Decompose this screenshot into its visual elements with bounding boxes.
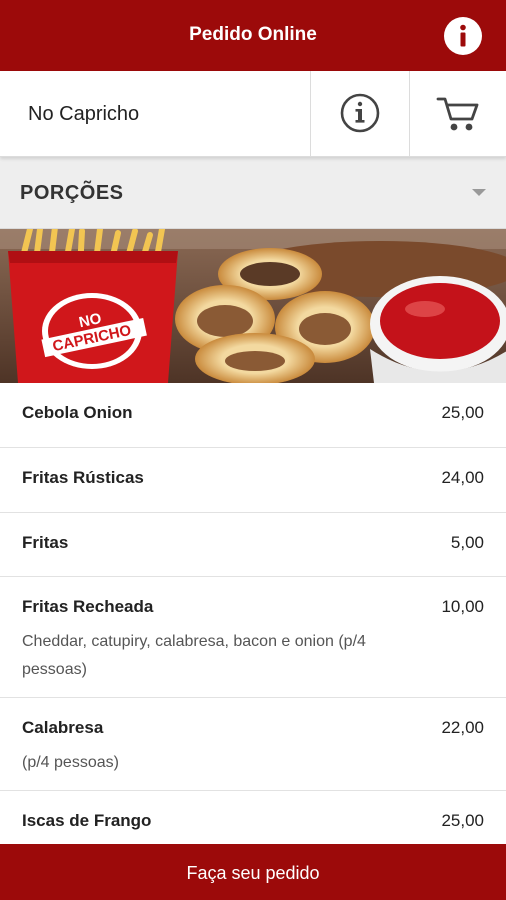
store-bar: No Capricho <box>0 71 506 157</box>
item-name: Cebola Onion <box>22 403 133 422</box>
place-order-label: Faça seu pedido <box>186 863 320 883</box>
item-description: Cheddar, catupiry, calabresa, bacon e on… <box>22 633 366 678</box>
place-order-button[interactable]: Faça seu pedido <box>0 844 506 900</box>
menu-item[interactable]: Fritas Rústicas 24,00 <box>0 448 506 513</box>
item-price: 22,00 <box>441 718 484 737</box>
item-name: Iscas de Frango <box>22 811 152 830</box>
item-name: Calabresa <box>22 718 104 737</box>
item-price: 24,00 <box>441 468 484 487</box>
info-button[interactable] <box>444 17 482 55</box>
cart-icon <box>436 97 479 131</box>
menu-item[interactable]: Fritas Recheada 10,00 Cheddar, catupiry,… <box>0 577 506 698</box>
menu-item[interactable]: Cebola Onion 25,00 <box>0 383 506 448</box>
menu-item[interactable]: Calabresa 22,00 (p/4 pessoas) <box>0 698 506 791</box>
item-description: (p/4 pessoas) <box>22 754 119 771</box>
item-name: Fritas Recheada <box>22 597 154 616</box>
item-name: Fritas <box>22 533 69 552</box>
menu-item-list: Cebola Onion 25,00 Fritas Rústicas 24,00… <box>0 383 506 851</box>
item-price: 25,00 <box>441 811 484 830</box>
cart-button[interactable] <box>410 71 506 157</box>
store-name: No Capricho <box>28 103 140 125</box>
menu-item[interactable]: Fritas 5,00 <box>0 513 506 577</box>
category-selector[interactable]: PORÇÕES <box>0 157 506 229</box>
app-title: Pedido Online <box>189 24 317 45</box>
store-info-button[interactable] <box>311 71 409 157</box>
item-price: 5,00 <box>450 533 484 552</box>
info-circle-icon <box>340 93 380 133</box>
category-label: PORÇÕES <box>20 182 124 204</box>
item-name: Fritas Rústicas <box>22 468 144 487</box>
top-app-bar: Pedido Online <box>0 0 506 71</box>
menu-item[interactable]: Iscas de Frango 25,00 <box>0 791 506 851</box>
info-icon <box>460 24 466 47</box>
item-price: 25,00 <box>441 403 484 422</box>
caret-down-icon <box>472 189 486 196</box>
category-banner-image: NO CAPRICHO <box>0 229 506 383</box>
item-price: 10,00 <box>441 597 484 616</box>
